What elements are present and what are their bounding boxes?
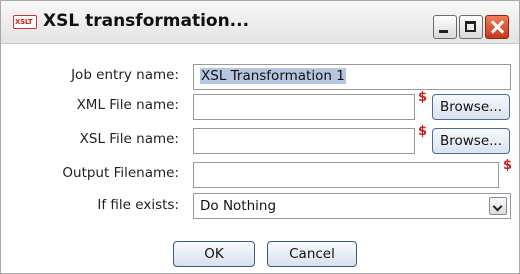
- minimize-icon[interactable]: [433, 15, 457, 39]
- job-entry-name-value: XSL Transformation 1: [200, 68, 346, 84]
- output-filename-input[interactable]: [193, 162, 499, 188]
- job-entry-name-input[interactable]: XSL Transformation 1: [193, 64, 511, 90]
- xslt-icon: XSLT: [13, 15, 37, 29]
- xml-variable-icon: $: [418, 90, 428, 105]
- dialog-window: XSLT XSL transformation... Job entry nam…: [0, 0, 520, 274]
- xml-browse-button[interactable]: Browse...: [432, 94, 510, 120]
- xsl-variable-icon: $: [418, 124, 428, 139]
- close-icon[interactable]: [485, 15, 509, 39]
- xsl-file-name-label: XSL File name:: [79, 131, 179, 147]
- chevron-down-icon[interactable]: [489, 197, 507, 215]
- if-file-exists-value: Do Nothing: [200, 198, 277, 214]
- ok-button[interactable]: OK: [173, 241, 255, 267]
- xsl-file-name-input[interactable]: [193, 128, 415, 154]
- job-entry-name-label: Job entry name:: [71, 67, 179, 83]
- xml-file-name-label: XML File name:: [76, 97, 179, 113]
- cancel-button[interactable]: Cancel: [267, 241, 357, 267]
- output-variable-icon: $: [503, 158, 513, 173]
- output-filename-label: Output Filename:: [62, 165, 179, 181]
- xml-file-name-input[interactable]: [193, 94, 415, 120]
- window-title: XSL transformation...: [43, 11, 250, 31]
- if-file-exists-label: If file exists:: [97, 197, 179, 213]
- app-icon-text: XSLT: [15, 18, 33, 26]
- title-bar[interactable]: XSLT XSL transformation...: [1, 1, 519, 44]
- maximize-icon[interactable]: [459, 15, 483, 39]
- xsl-browse-button[interactable]: Browse...: [432, 128, 510, 154]
- if-file-exists-select[interactable]: Do Nothing: [193, 193, 511, 219]
